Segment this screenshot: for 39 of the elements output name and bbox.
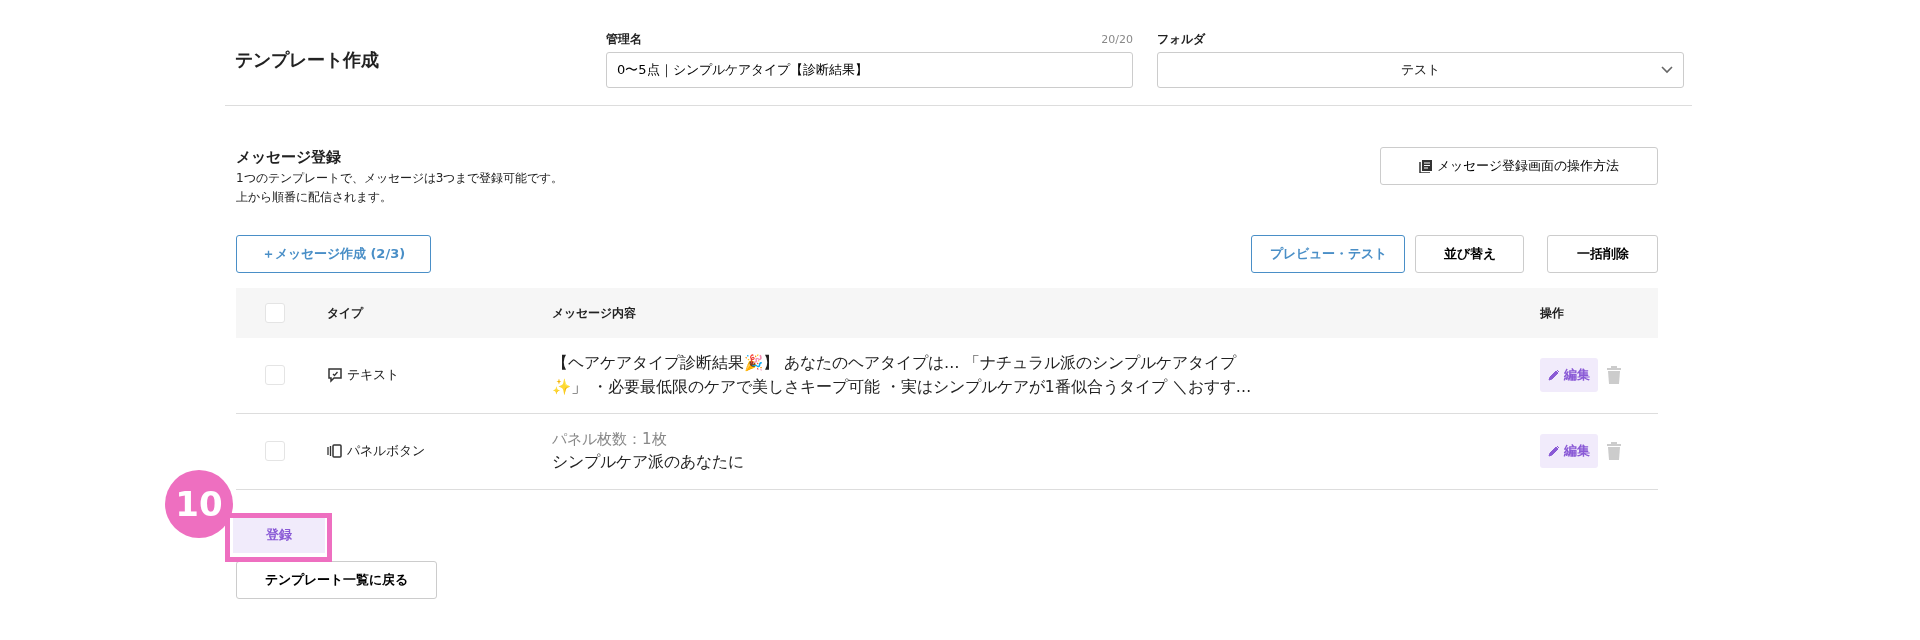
- message-content: ✨」 ・必要最低限のケアで美しさキープ可能 ・実はシンプルケアが1番似合うタイプ ＼おすす…: [552, 377, 1253, 398]
- trash-icon[interactable]: [1606, 366, 1622, 384]
- page-title: テンプレート作成: [234, 48, 380, 72]
- field-label: フォルダ: [1157, 31, 1207, 48]
- submit-button[interactable]: 登録: [233, 517, 325, 553]
- checkbox[interactable]: [265, 441, 285, 461]
- column-header: タイプ: [327, 305, 363, 320]
- action-button[interactable]: 一括削除: [1547, 234, 1658, 273]
- folder-dropdown[interactable]: テスト: [1157, 52, 1684, 88]
- description-text: 上から順番に配信されます。: [236, 188, 393, 206]
- speech-bubble-icon: [327, 367, 343, 383]
- pencil-icon: [1548, 369, 1560, 381]
- action-button[interactable]: プレビュー・テスト: [1251, 234, 1405, 273]
- book-icon: [1419, 159, 1433, 173]
- message-content: シンプルケア派のあなたに: [552, 452, 745, 474]
- message-content: 【ヘアケアタイプ診断結果🎉】 あなたのヘアタイプは… 「ナチュラル派のシンプルケアタイプ: [552, 353, 1238, 374]
- field-label: 管理名: [606, 31, 642, 48]
- message-type: テキスト: [347, 366, 399, 385]
- create-message-button[interactable]: ＋メッセージ作成 (2/3): [236, 234, 431, 273]
- help-button[interactable]: メッセージ登録画面の操作方法: [1380, 147, 1658, 185]
- column-header: 操作: [1540, 305, 1564, 320]
- checkbox[interactable]: [265, 302, 285, 323]
- pencil-icon: [1548, 445, 1560, 457]
- back-button[interactable]: テンプレート一覧に戻る: [236, 560, 437, 599]
- panel-icon: [327, 443, 343, 459]
- character-counter: 20/20: [1101, 31, 1133, 48]
- action-button[interactable]: 並び替え: [1415, 234, 1524, 273]
- checkbox[interactable]: [265, 365, 285, 385]
- column-header: メッセージ内容: [552, 305, 636, 320]
- message-type: パネルボタン: [347, 442, 425, 461]
- name-input-field[interactable]: 0〜5点｜シンプルケアタイプ【診断結果】: [606, 52, 1133, 88]
- trash-icon[interactable]: [1606, 442, 1622, 460]
- chevron-icon: [1661, 66, 1673, 74]
- panel-count: パネル枚数：1枚: [552, 428, 668, 450]
- description-text: 1つのテンプレートで、メッセージは3つまで登録可能です。: [236, 169, 564, 187]
- step-badge: 10: [165, 470, 233, 538]
- edit-button[interactable]: 編集: [1540, 358, 1598, 392]
- edit-button[interactable]: 編集: [1540, 434, 1598, 468]
- section-title: メッセージ登録: [236, 147, 342, 168]
